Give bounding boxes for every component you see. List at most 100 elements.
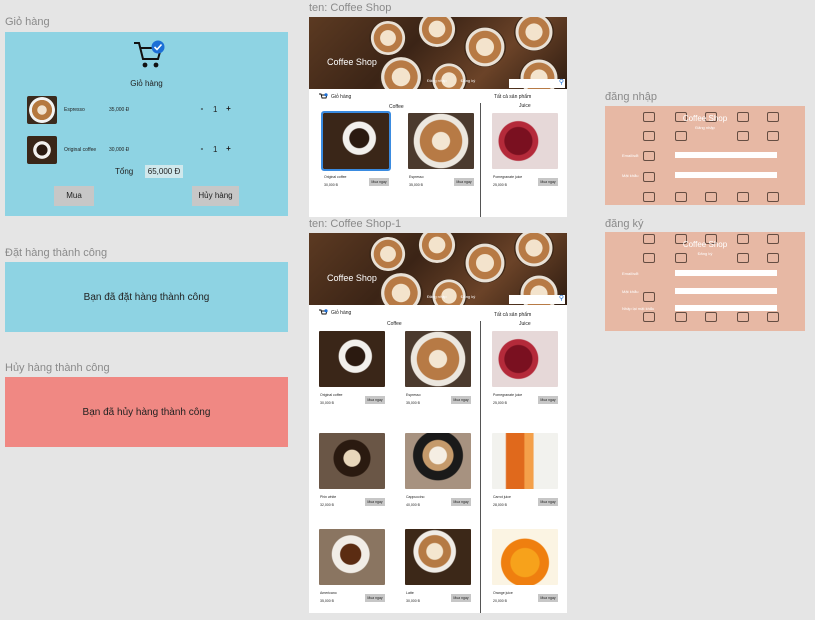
coffee-pattern-icon (767, 131, 779, 141)
original-coffee-thumbnail (27, 136, 57, 164)
buy-now-button[interactable]: Mua ngay (365, 594, 385, 602)
product-price: 35,000 Đ (409, 183, 424, 187)
login-panel: Coffee Shop Đăng nhập Email/sđt Mật khẩu (605, 106, 805, 205)
cancel-success-message: Bạn đã hủy hàng thành công (5, 377, 288, 447)
cart-tab[interactable]: Giỏ hàng (319, 93, 351, 101)
product-card[interactable]: Carrot juice 28,000 Đ Mua ngay (492, 433, 560, 513)
product-name: Cappuccino (406, 495, 425, 499)
frame-title-order-success: Đặt hàng thành công (5, 247, 108, 259)
coffee-pattern-icon (643, 172, 655, 182)
frame-title-cart: Giỏ hàng (5, 16, 50, 28)
buy-now-button[interactable]: Mua ngay (451, 594, 471, 602)
shop-page-1: Coffee Shop Đăng nhập Đăng ký ⚲ Giỏ hàng… (309, 233, 567, 613)
cart-icon (319, 309, 328, 315)
cancel-order-button[interactable]: Hủy hàng (192, 186, 239, 206)
coffee-pattern-icon (643, 312, 655, 322)
product-image (405, 331, 471, 387)
cart-heading: Giỏ hàng (130, 79, 163, 88)
product-price: 40,000 Đ (406, 503, 421, 507)
search-input[interactable]: ⚲ (509, 295, 565, 304)
product-image (492, 331, 558, 387)
product-image (319, 331, 385, 387)
buy-now-button[interactable]: Mua ngay (538, 396, 558, 404)
frame-title-login: đăng nhập (605, 91, 657, 103)
frame-title-shop-1: ten: Coffee Shop-1 (309, 218, 402, 230)
product-name: Americano (320, 591, 337, 595)
buy-now-button[interactable]: Mua ngay (538, 178, 558, 186)
confirm-password-field[interactable] (675, 305, 777, 311)
decrease-qty-button[interactable]: - (197, 144, 207, 154)
coffee-heading: Coffee (387, 321, 402, 327)
coffee-pattern-icon (643, 151, 655, 161)
buy-now-button[interactable]: Mua ngay (451, 498, 471, 506)
shop-page: Coffee Shop Đăng nhập Đăng ký ⚲ Giỏ hàng… (309, 17, 567, 217)
buy-now-button[interactable]: Mua ngay (451, 396, 471, 404)
buy-now-button[interactable]: Mua ngay (454, 178, 474, 186)
nav-login-link[interactable]: Đăng nhập (427, 78, 447, 83)
buy-now-button[interactable]: Mua ngay (365, 396, 385, 404)
login-subtitle: Đăng nhập (695, 125, 715, 130)
cart-item-price: 30,000 Đ (109, 147, 130, 153)
buy-now-button[interactable]: Mua ngay (538, 594, 558, 602)
product-name: Phin white (320, 495, 337, 499)
product-card[interactable]: Espresso 35,000 Đ Mua ngay (408, 113, 476, 193)
product-card[interactable]: Orange juice 20,000 Đ Mua ngay (492, 529, 560, 609)
coffee-pattern-icon (767, 192, 779, 202)
product-card[interactable]: Phin white 32,000 Đ Mua ngay (319, 433, 387, 513)
register-panel: Coffee Shop Đăng ký Email/sđt Mật khẩu N… (605, 232, 805, 331)
product-name: Carrot juice (493, 495, 511, 499)
decrease-qty-button[interactable]: - (197, 104, 207, 114)
product-image (408, 113, 474, 169)
product-card[interactable]: Pomegranate juice 25,000 Đ Mua ngay (492, 331, 560, 411)
brand-title: Coffee Shop (327, 57, 377, 67)
cart-tab-label: Giỏ hàng (331, 310, 352, 316)
buy-now-button[interactable]: Mua ngay (365, 498, 385, 506)
frame-title-register: đăng ký (605, 218, 644, 230)
product-card[interactable]: Cappuccino 40,000 Đ Mua ngay (405, 433, 473, 513)
email-field[interactable] (675, 152, 777, 158)
increase-qty-button[interactable]: + (223, 104, 233, 114)
product-price: 30,000 Đ (324, 183, 339, 187)
search-icon[interactable]: ⚲ (559, 78, 564, 86)
cart-item-price: 35,000 Đ (109, 107, 130, 113)
cart-check-icon (134, 40, 165, 68)
product-card[interactable]: Americano 35,000 Đ Mua ngay (319, 529, 387, 609)
buy-now-button[interactable]: Mua ngay (369, 178, 389, 186)
password-label: Mật khẩu (622, 173, 639, 178)
increase-qty-button[interactable]: + (223, 144, 233, 154)
product-name: Espresso (409, 175, 424, 179)
qty-value: 1 (213, 144, 218, 154)
cart-panel: Giỏ hàng Espresso 35,000 Đ - 1 + Origina… (5, 32, 288, 216)
qty-value: 1 (213, 104, 218, 114)
email-field[interactable] (675, 270, 777, 276)
nav-login-link[interactable]: Đăng nhập (427, 294, 447, 299)
coffee-pattern-icon (643, 131, 655, 141)
coffee-pattern-icon (705, 192, 717, 202)
coffee-pattern-icon (643, 292, 655, 302)
product-card[interactable]: Latte 30,000 Đ Mua ngay (405, 529, 473, 609)
all-products-link[interactable]: Tất cả sản phẩm (494, 312, 531, 318)
coffee-pattern-icon (737, 131, 749, 141)
password-field[interactable] (675, 172, 777, 178)
product-card[interactable]: Pomegranate juice 25,000 Đ Mua ngay (492, 113, 560, 193)
cart-item: Espresso 35,000 Đ - 1 + (27, 96, 247, 126)
product-card[interactable]: Espresso 35,000 Đ Mua ngay (405, 331, 473, 411)
nav-register-link[interactable]: Đăng ký (461, 78, 476, 83)
nav-register-link[interactable]: Đăng ký (461, 294, 476, 299)
juice-heading: Juice (519, 321, 531, 327)
buy-now-button[interactable]: Mua ngay (538, 498, 558, 506)
cart-icon (319, 93, 328, 99)
password-field[interactable] (675, 288, 777, 294)
coffee-pattern-icon (737, 312, 749, 322)
buy-button[interactable]: Mua (54, 186, 94, 206)
product-card[interactable]: Original coffee 30,000 Đ Mua ngay (319, 331, 387, 411)
search-icon[interactable]: ⚲ (559, 294, 564, 302)
login-brand: Coffee Shop (682, 114, 728, 123)
all-products-link[interactable]: Tất cả sản phẩm (494, 94, 531, 100)
product-card[interactable]: Original coffee 30,000 Đ Mua ngay (321, 111, 391, 193)
espresso-thumbnail (27, 96, 57, 124)
search-input[interactable]: ⚲ (509, 79, 565, 88)
cart-item-name: Espresso (64, 107, 85, 113)
product-image (405, 433, 471, 489)
cart-tab[interactable]: Giỏ hàng (319, 309, 351, 317)
